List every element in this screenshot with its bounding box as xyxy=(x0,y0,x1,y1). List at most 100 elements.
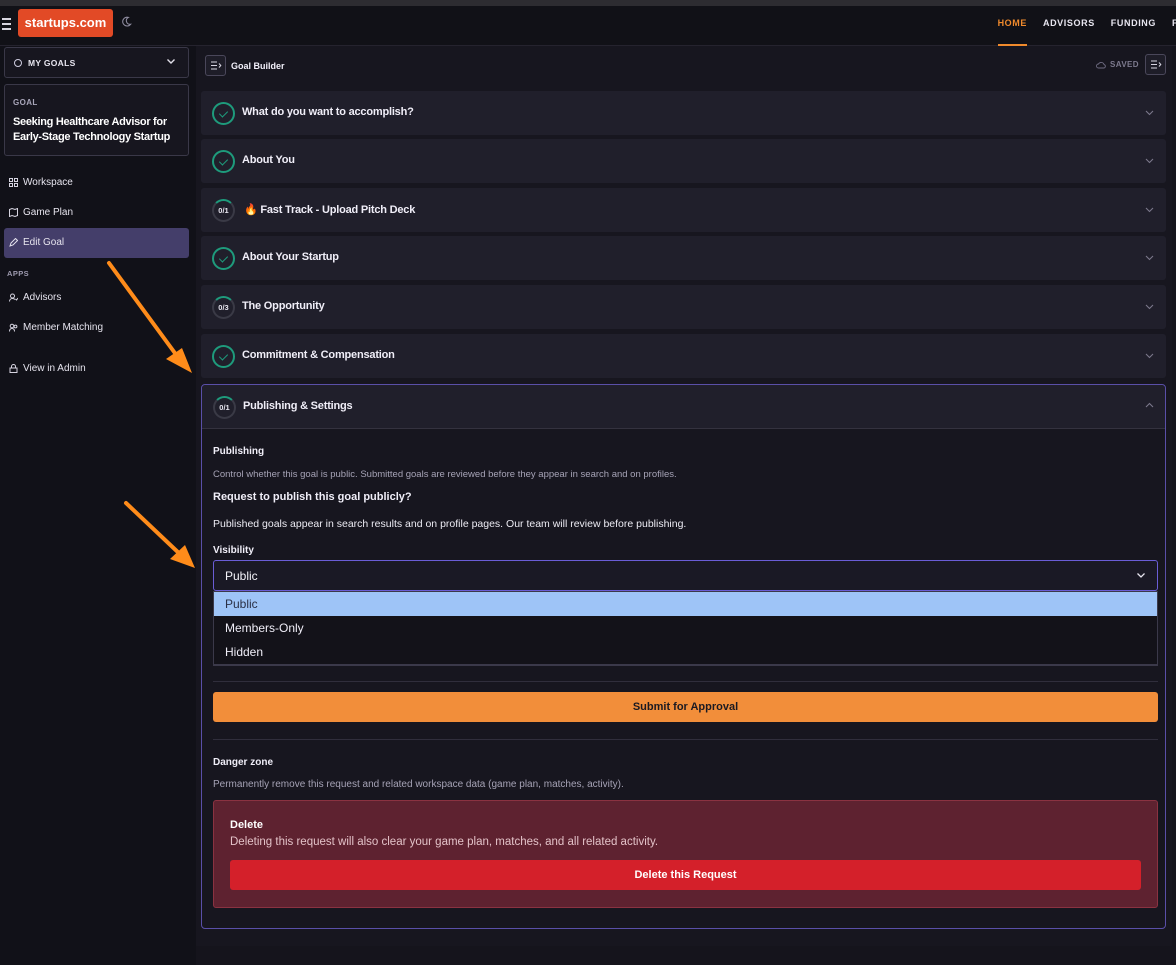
divider xyxy=(213,739,1158,740)
complete-check-icon xyxy=(212,150,235,173)
goal-card: GOAL Seeking Healthcare Advisor for Earl… xyxy=(4,84,189,156)
saved-cloud-icon xyxy=(1096,62,1106,69)
request-description: Published goals appear in search results… xyxy=(213,518,687,530)
sidebar-item-game-plan[interactable]: Game Plan xyxy=(4,198,189,228)
advisor-icon xyxy=(9,293,18,302)
my-goals-label: MY GOALS xyxy=(28,58,76,68)
pencil-icon xyxy=(9,238,18,247)
option-label: Public xyxy=(225,597,258,611)
section-header[interactable]: 0/1 Publishing & Settings xyxy=(202,385,1165,429)
apps-caption: APPS xyxy=(7,269,30,278)
section-opportunity[interactable]: 0/3 The Opportunity xyxy=(201,285,1166,329)
visibility-option-members-only[interactable]: Members-Only xyxy=(214,616,1157,640)
saved-status: SAVED xyxy=(1110,60,1139,69)
section-about-startup[interactable]: About Your Startup xyxy=(201,236,1166,280)
section-title: 🔥 Fast Track - Upload Pitch Deck xyxy=(244,204,416,216)
complete-check-icon xyxy=(212,102,235,125)
map-icon xyxy=(9,208,18,217)
progress-fraction: 0/1 xyxy=(219,403,230,412)
chevron-down-icon xyxy=(1145,110,1154,116)
collapse-sidebar-button[interactable] xyxy=(205,55,226,76)
page-title: Goal Builder xyxy=(231,61,285,71)
theme-toggle-icon[interactable] xyxy=(121,16,132,27)
section-about-you[interactable]: About You xyxy=(201,139,1166,183)
chevron-down-icon xyxy=(1145,207,1154,213)
delete-card: Delete Deleting this request will also c… xyxy=(213,800,1158,908)
goal-caption: GOAL xyxy=(13,98,38,107)
section-title: About You xyxy=(242,154,295,166)
main-nav: HOME ADVISORS FUNDING F xyxy=(997,6,1176,46)
visibility-label: Visibility xyxy=(213,545,254,556)
section-title: About Your Startup xyxy=(242,251,339,263)
progress-fraction: 0/3 xyxy=(218,303,229,312)
progress-ring-icon: 0/1 xyxy=(213,396,236,419)
option-label: Hidden xyxy=(225,645,264,659)
my-goals-dropdown[interactable]: MY GOALS xyxy=(4,47,189,78)
publishing-heading: Publishing xyxy=(213,446,265,457)
nav-funding[interactable]: FUNDING xyxy=(1111,6,1156,46)
sidebar-item-label: Edit Goal xyxy=(23,237,65,248)
delete-request-button[interactable]: Delete this Request xyxy=(230,860,1141,890)
danger-zone-heading: Danger zone xyxy=(213,757,274,768)
progress-ring-icon: 0/3 xyxy=(212,296,235,319)
chevron-up-icon xyxy=(1145,402,1154,408)
main-content: Goal Builder SAVED What do you want to a… xyxy=(196,46,1176,965)
sidebar-item-label: Game Plan xyxy=(23,207,74,218)
progress-fraction: 0/1 xyxy=(218,206,229,215)
visibility-option-hidden[interactable]: Hidden xyxy=(214,640,1157,664)
request-heading: Request to publish this goal publicly? xyxy=(213,491,412,503)
danger-zone-description: Permanently remove this request and rela… xyxy=(213,779,624,790)
section-publishing-settings: 0/1 Publishing & Settings Publishing Con… xyxy=(201,384,1166,929)
chevron-down-icon xyxy=(1145,158,1154,164)
progress-ring-icon: 0/1 xyxy=(212,199,235,222)
section-title: The Opportunity xyxy=(242,300,325,312)
sidebar-item-label: View in Admin xyxy=(23,363,86,374)
panel-toggle-icon xyxy=(1151,60,1162,69)
chevron-down-icon xyxy=(167,59,175,64)
top-bar: startups.com HOME ADVISORS FUNDING F xyxy=(0,6,1176,46)
nav-home[interactable]: HOME xyxy=(997,6,1028,46)
sidebar-toggle-icon xyxy=(211,61,222,70)
logo[interactable]: startups.com xyxy=(18,9,113,37)
visibility-selected-value: Public xyxy=(225,569,258,583)
users-icon xyxy=(9,323,18,332)
complete-check-icon xyxy=(212,345,235,368)
section-commitment[interactable]: Commitment & Compensation xyxy=(201,334,1166,378)
dropdown-bottom-edge xyxy=(213,664,1158,666)
visibility-dropdown-list: Public Members-Only Hidden xyxy=(213,591,1158,664)
goal-builder-panel: Goal Builder SAVED What do you want to a… xyxy=(196,46,1172,946)
section-title: What do you want to accomplish? xyxy=(242,106,414,118)
section-accomplish[interactable]: What do you want to accomplish? xyxy=(201,91,1166,135)
hamburger-menu-icon[interactable] xyxy=(2,18,14,32)
annotation-arrow-icon xyxy=(124,501,195,568)
delete-description: Deleting this request will also clear yo… xyxy=(230,836,659,848)
annotation-arrow-icon xyxy=(107,261,192,373)
chevron-down-icon xyxy=(1145,304,1154,310)
sidebar-item-workspace[interactable]: Workspace xyxy=(4,168,189,198)
divider xyxy=(213,681,1158,682)
visibility-select[interactable]: Public xyxy=(213,560,1158,591)
chevron-down-icon xyxy=(1145,255,1154,261)
section-fast-track[interactable]: 0/1 🔥 Fast Track - Upload Pitch Deck xyxy=(201,188,1166,232)
complete-check-icon xyxy=(212,247,235,270)
sidebar-item-label: Advisors xyxy=(23,292,62,303)
submit-for-approval-button[interactable]: Submit for Approval xyxy=(213,692,1158,722)
section-title: Publishing & Settings xyxy=(243,400,353,412)
chevron-down-icon xyxy=(1137,573,1145,578)
target-icon xyxy=(14,59,22,67)
lock-icon xyxy=(9,364,18,373)
delete-heading: Delete xyxy=(230,819,264,831)
sidebar-item-label: Workspace xyxy=(23,177,73,188)
section-title: Commitment & Compensation xyxy=(242,349,395,361)
grid-icon xyxy=(9,178,18,187)
goal-title: Seeking Healthcare Advisor for Early-Sta… xyxy=(13,116,171,143)
sidebar-item-label: Member Matching xyxy=(23,322,104,333)
nav-truncated[interactable]: F xyxy=(1172,6,1176,46)
sidebar-item-edit-goal[interactable]: Edit Goal xyxy=(4,228,189,258)
publishing-description: Control whether this goal is public. Sub… xyxy=(213,469,677,480)
visibility-option-public[interactable]: Public xyxy=(214,592,1157,616)
nav-advisors[interactable]: ADVISORS xyxy=(1043,6,1095,46)
panel-options-button[interactable] xyxy=(1145,54,1166,75)
chevron-down-icon xyxy=(1145,353,1154,359)
option-label: Members-Only xyxy=(225,621,304,635)
